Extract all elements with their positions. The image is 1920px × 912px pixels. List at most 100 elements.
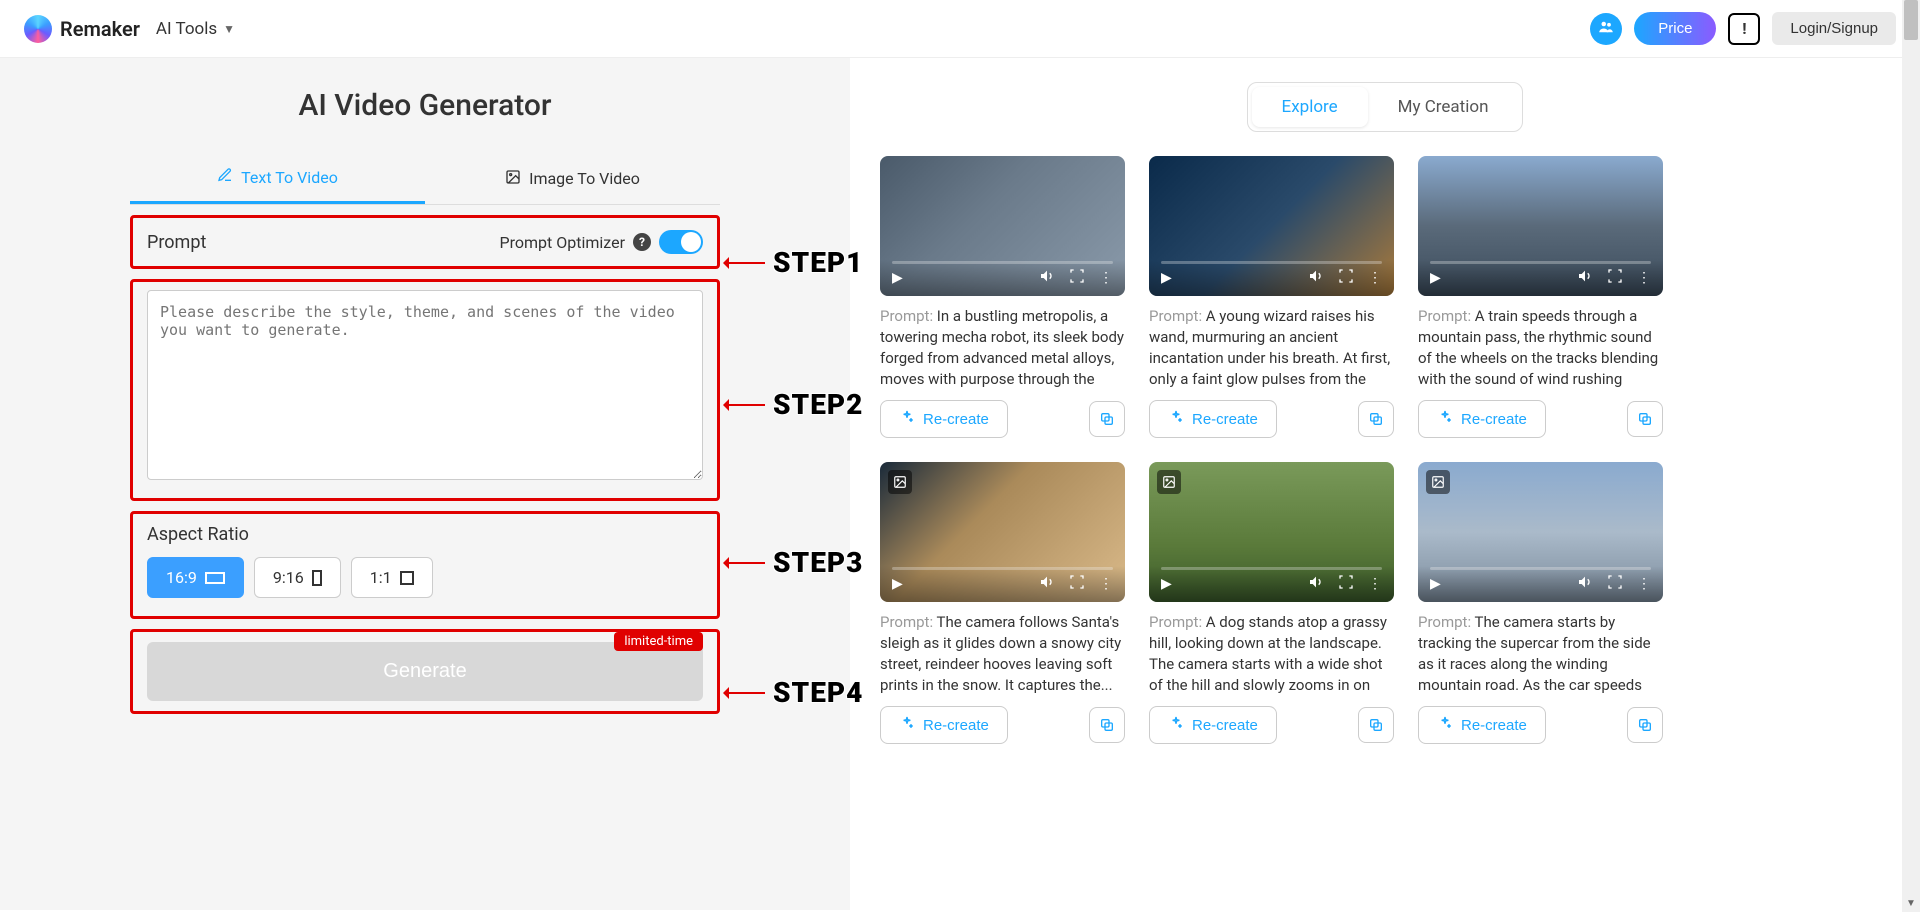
recreate-button[interactable]: Re-create [880,706,1008,744]
login-signup-button[interactable]: Login/Signup [1772,12,1896,45]
play-icon[interactable]: ▶ [892,576,903,592]
sparkle-icon [899,409,915,429]
fullscreen-icon[interactable] [1069,268,1085,288]
fullscreen-icon[interactable] [1607,574,1623,594]
card-actions: Re-create [1418,400,1663,438]
video-thumbnail[interactable]: ▶ ⋮ [1149,462,1394,602]
recreate-button[interactable]: Re-create [880,400,1008,438]
copy-button[interactable] [1089,401,1125,437]
brand-logo[interactable]: Remaker [24,15,140,43]
ratio-1-1[interactable]: 1:1 [351,557,433,598]
video-thumbnail[interactable]: ▶ ⋮ [1149,156,1394,296]
video-thumbnail[interactable]: ▶ ⋮ [880,462,1125,602]
card-prompt-text: Prompt: In a bustling metropolis, a towe… [880,306,1125,390]
video-thumbnail[interactable]: ▶ ⋮ [880,156,1125,296]
app-header: Remaker AI Tools ▼ Price Login/Signup [0,0,1920,58]
optimizer-toggle[interactable] [659,230,703,254]
fullscreen-icon[interactable] [1338,268,1354,288]
explore-panel: Explore My Creation ▶ ⋮ Prompt: In a bus… [850,58,1920,910]
tab-text-to-video[interactable]: Text To Video [130,153,425,204]
copy-button[interactable] [1627,707,1663,743]
volume-icon[interactable] [1577,268,1593,288]
volume-icon[interactable] [1308,574,1324,594]
card-prompt-text: Prompt: A dog stands atop a grassy hill,… [1149,612,1394,696]
vertical-scrollbar[interactable]: ▲ ▼ [1902,0,1920,912]
card-prompt-text: Prompt: The camera follows Santa's sleig… [880,612,1125,696]
tab-image-label: Image To Video [529,169,640,188]
recreate-button[interactable]: Re-create [1418,400,1546,438]
video-thumbnail[interactable]: ▶ ⋮ [1418,462,1663,602]
ratio-9-16[interactable]: 9:16 [254,557,341,598]
play-icon[interactable]: ▶ [1430,270,1441,286]
header-right: Price Login/Signup [1590,12,1896,45]
menu-icon[interactable]: ⋮ [1637,270,1651,286]
menu-icon[interactable]: ⋮ [1368,270,1382,286]
video-thumbnail[interactable]: ▶ ⋮ [1418,156,1663,296]
price-button[interactable]: Price [1634,12,1716,45]
play-icon[interactable]: ▶ [1161,576,1172,592]
help-icon[interactable]: ? [633,233,651,251]
step1-label: STEP1 [725,246,863,279]
step3-label: STEP3 [725,546,863,579]
menu-icon[interactable]: ⋮ [1099,270,1113,286]
scroll-down-icon[interactable]: ▼ [1902,894,1920,912]
image-source-icon [1426,470,1450,494]
video-card: ▶ ⋮ Prompt: A train speeds through a mou… [1418,156,1663,438]
play-icon[interactable]: ▶ [1430,576,1441,592]
copy-button[interactable] [1358,401,1394,437]
play-icon[interactable]: ▶ [1161,270,1172,286]
volume-icon[interactable] [1039,574,1055,594]
limited-time-badge: limited-time [614,632,703,651]
card-prompt-text: Prompt: A young wizard raises his wand, … [1149,306,1394,390]
video-card: ▶ ⋮ Prompt: A dog stands atop a grassy h… [1149,462,1394,744]
copy-button[interactable] [1358,707,1394,743]
prompt-optimizer-group: Prompt Optimizer ? [500,230,703,254]
volume-icon[interactable] [1577,574,1593,594]
play-icon[interactable]: ▶ [892,270,903,286]
card-actions: Re-create [1418,706,1663,744]
step2-box [130,279,720,501]
volume-icon[interactable] [1308,268,1324,288]
aspect-label: Aspect Ratio [147,524,703,545]
recreate-button[interactable]: Re-create [1149,400,1277,438]
menu-icon[interactable]: ⋮ [1099,576,1113,592]
prompt-label: Prompt [147,232,206,253]
sparkle-icon [1168,409,1184,429]
sparkle-icon [1437,409,1453,429]
ratio-16-9-icon [205,572,225,584]
tab-explore[interactable]: Explore [1252,87,1368,127]
recreate-button[interactable]: Re-create [1418,706,1546,744]
card-actions: Re-create [880,706,1125,744]
fullscreen-icon[interactable] [1069,574,1085,594]
copy-button[interactable] [1089,707,1125,743]
arrow-icon [725,692,765,694]
feedback-button[interactable] [1728,13,1760,45]
prompt-textarea[interactable] [147,290,703,480]
community-button[interactable] [1590,13,1622,45]
recreate-button[interactable]: Re-create [1149,706,1277,744]
arrow-icon [725,404,765,406]
ratio-16-9[interactable]: 16:9 [147,557,244,598]
fullscreen-icon[interactable] [1338,574,1354,594]
image-icon [505,169,521,189]
ai-tools-dropdown[interactable]: AI Tools ▼ [156,19,235,39]
step4-box: limited-time Generate [130,629,720,714]
generator-panel: AI Video Generator Text To Video Image T… [0,58,850,910]
aspect-ratio-row: 16:9 9:16 1:1 [147,557,703,598]
copy-button[interactable] [1627,401,1663,437]
header-left: Remaker AI Tools ▼ [24,15,235,43]
fullscreen-icon[interactable] [1607,268,1623,288]
video-card: ▶ ⋮ Prompt: The camera follows Santa's s… [880,462,1125,744]
scrollbar-thumb[interactable] [1904,0,1918,40]
menu-icon[interactable]: ⋮ [1368,576,1382,592]
menu-icon[interactable]: ⋮ [1637,576,1651,592]
volume-icon[interactable] [1039,268,1055,288]
tab-my-creation[interactable]: My Creation [1368,87,1519,127]
tab-image-to-video[interactable]: Image To Video [425,153,720,204]
video-controls: ▶ ⋮ [1418,566,1663,602]
video-controls: ▶ ⋮ [1149,260,1394,296]
step1-box: Prompt Prompt Optimizer ? [130,215,720,269]
arrow-icon [725,562,765,564]
card-prompt-text: Prompt: A train speeds through a mountai… [1418,306,1663,390]
pencil-icon [217,167,233,187]
